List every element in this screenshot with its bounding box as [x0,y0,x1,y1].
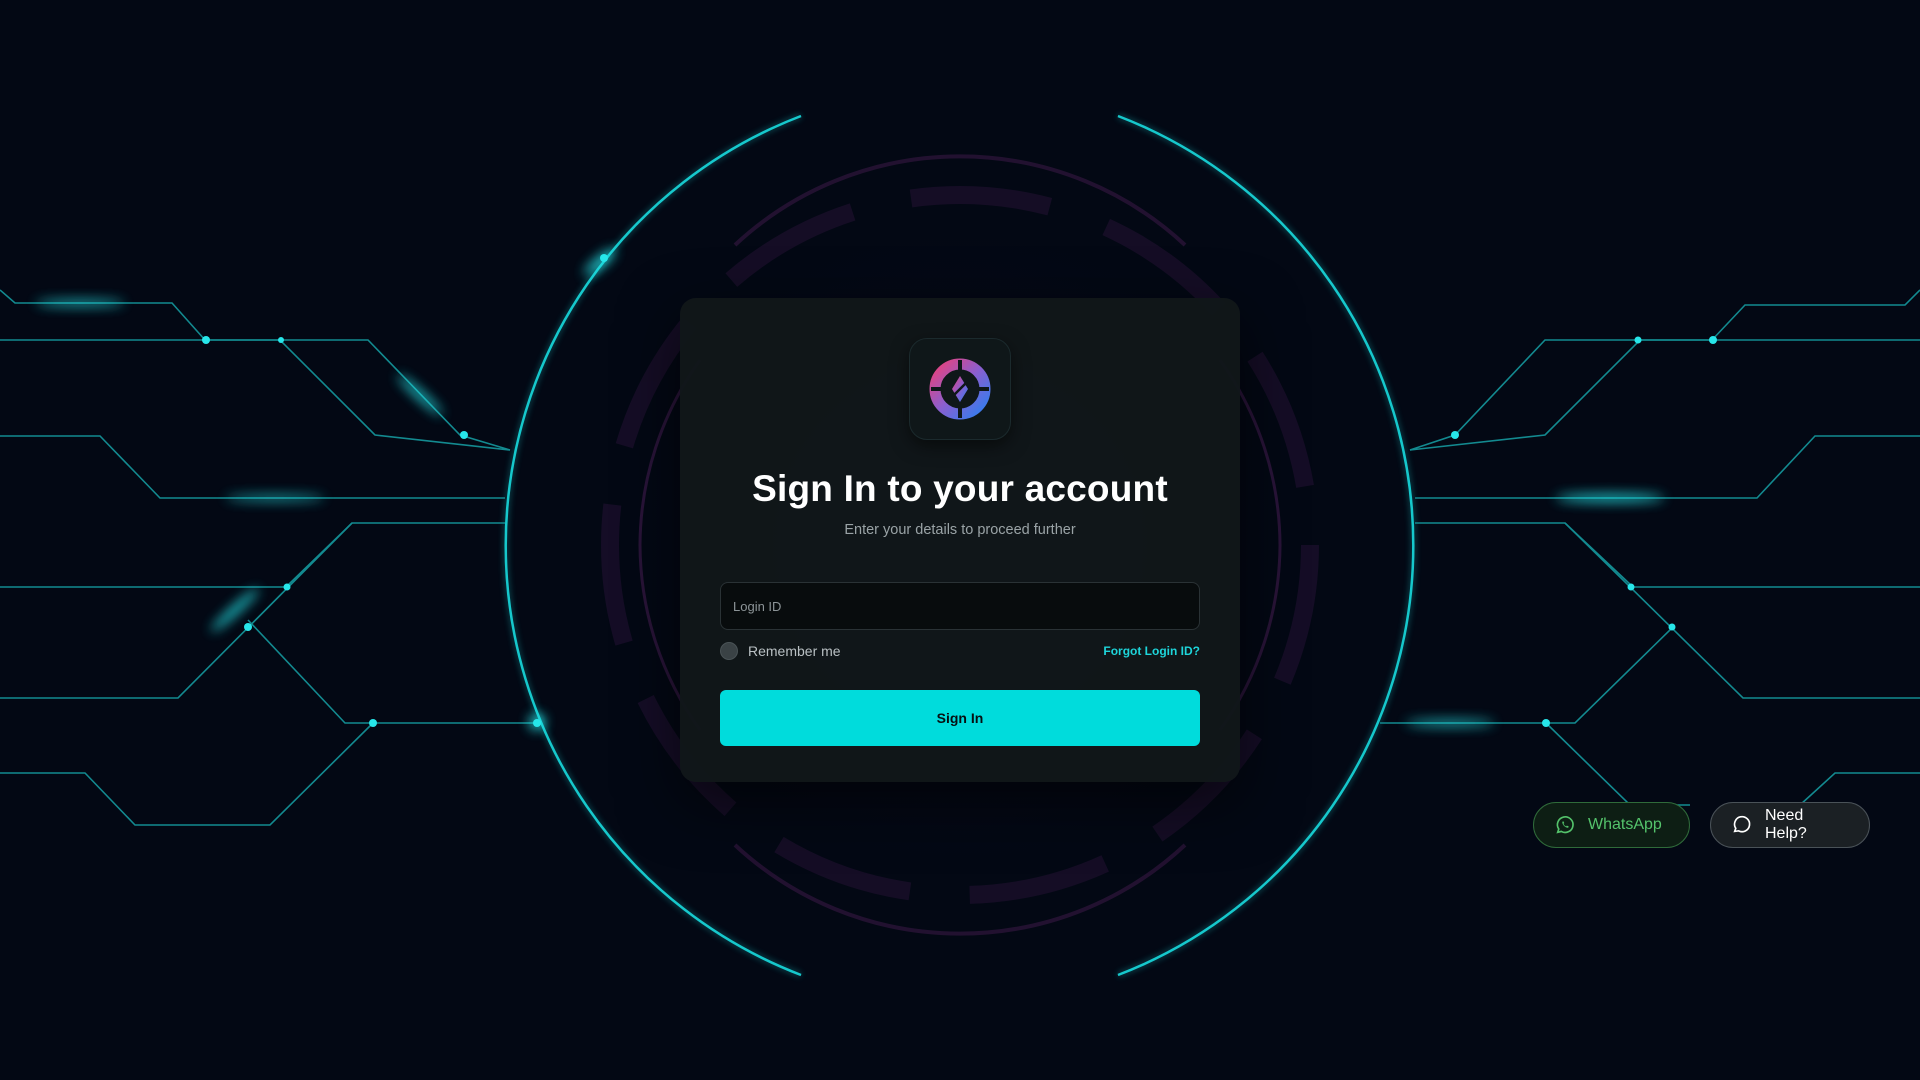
app-logo [909,338,1011,440]
sign-in-button[interactable]: Sign In [720,690,1200,746]
remember-me-label: Remember me [748,643,841,659]
options-row: Remember me Forgot Login ID? [720,642,1200,660]
forgot-login-id-link[interactable]: Forgot Login ID? [1103,644,1200,658]
page-subtitle: Enter your details to proceed further [844,522,1076,538]
whatsapp-icon [1556,816,1574,834]
remember-me-radio[interactable] [720,642,738,660]
login-id-input[interactable] [720,582,1200,630]
whatsapp-label: WhatsApp [1588,816,1662,833]
login-card: Sign In to your account Enter your detai… [680,298,1240,782]
need-help-label: Need Help? [1765,807,1807,842]
remember-me-toggle[interactable]: Remember me [720,642,841,660]
chat-bubble-icon [1733,815,1751,833]
whatsapp-button[interactable]: WhatsApp [1533,802,1690,848]
page-title: Sign In to your account [752,468,1168,509]
need-help-button[interactable]: Need Help? [1710,802,1870,848]
compass-logo-icon [929,358,991,420]
